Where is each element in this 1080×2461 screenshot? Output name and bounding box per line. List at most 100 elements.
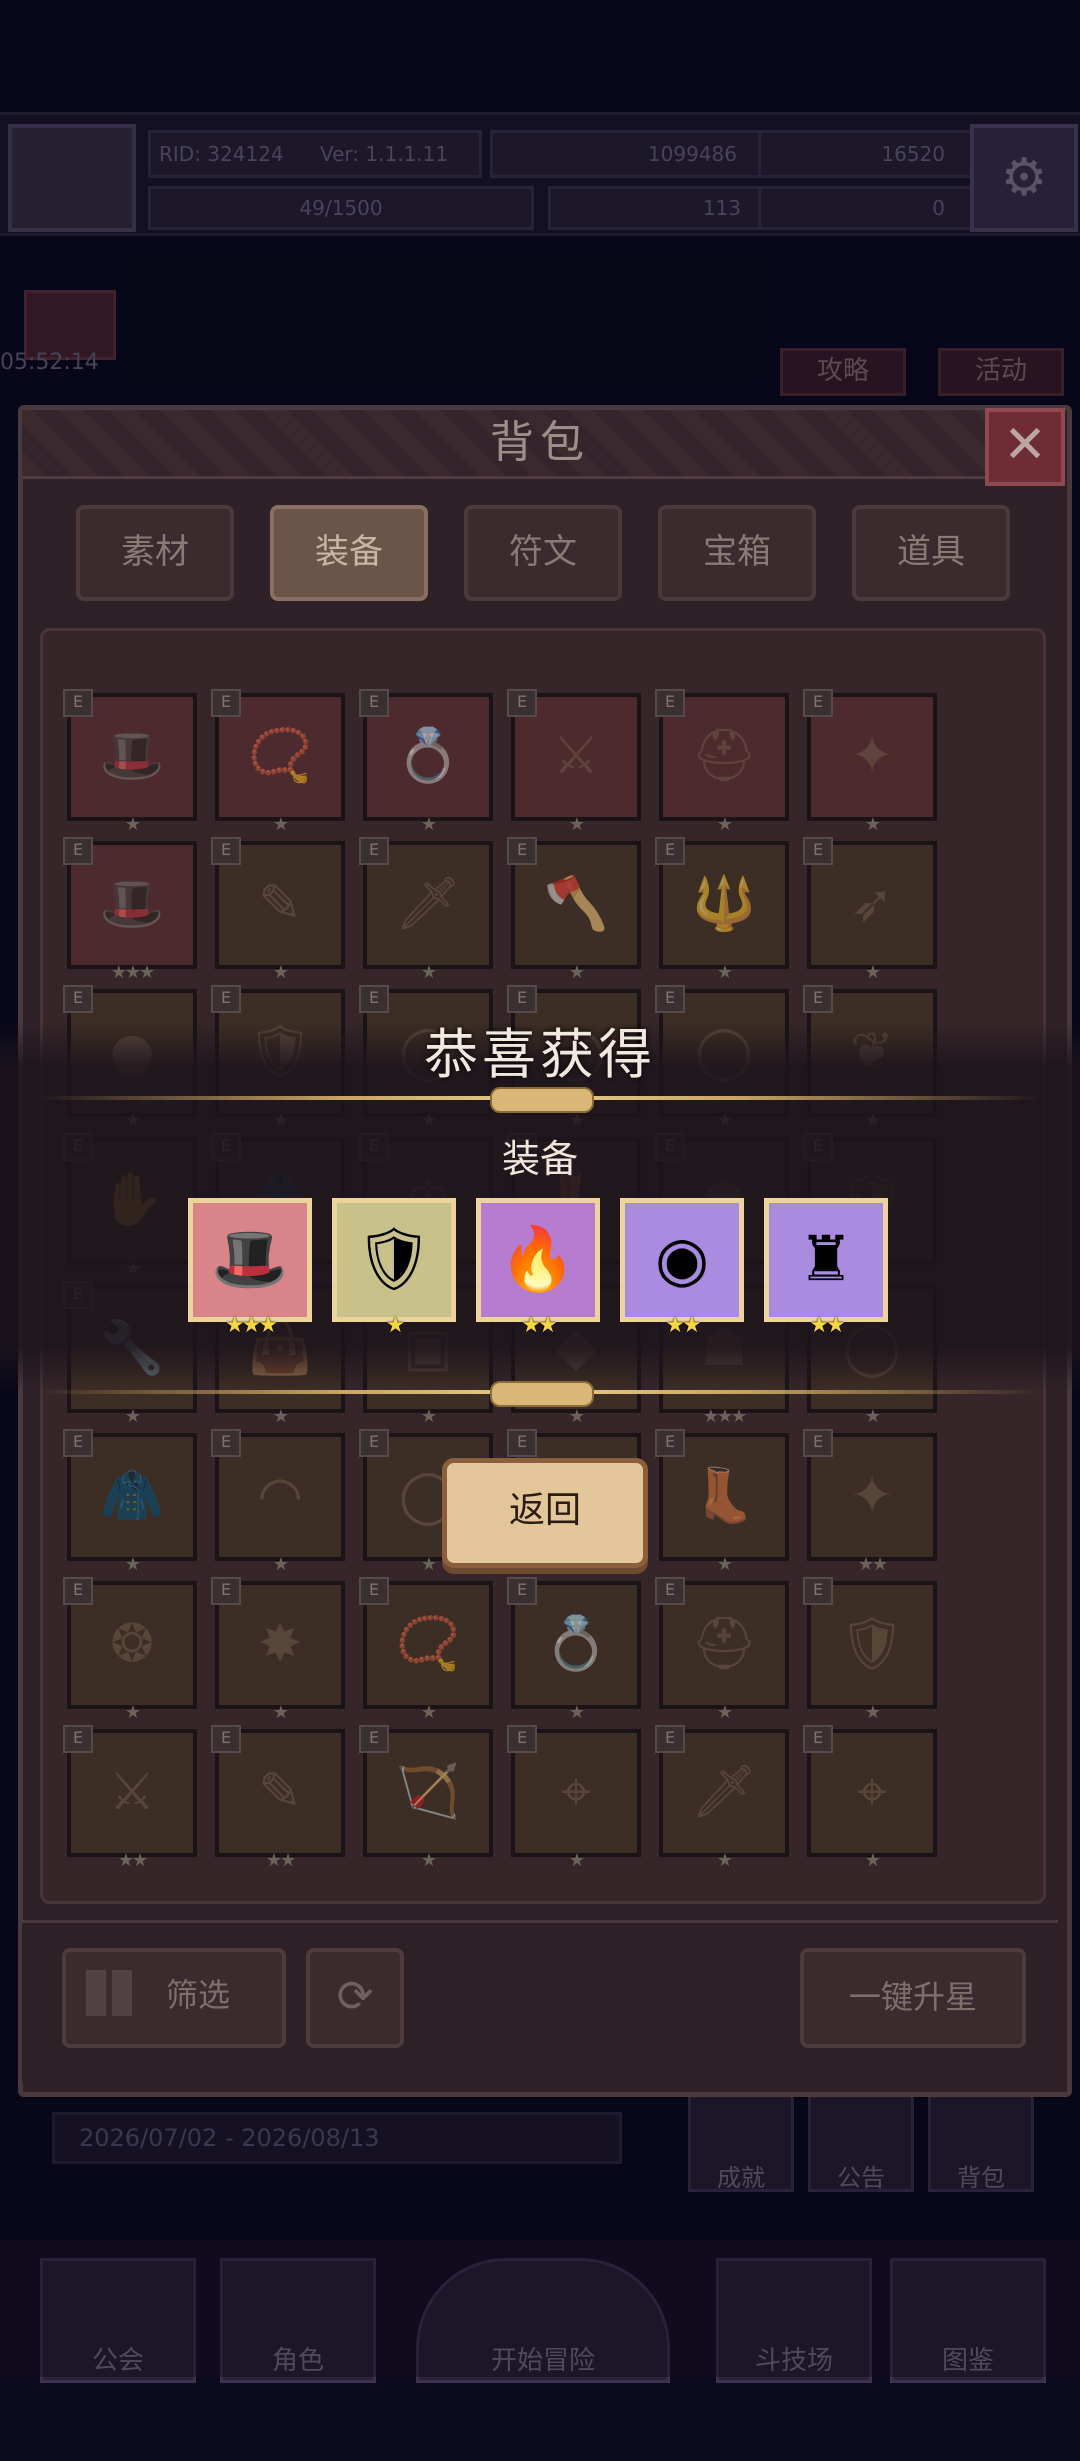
equip-badge: E [655, 689, 685, 717]
equipment-slot[interactable]: ➶ E ★ [803, 837, 937, 983]
star-rating: ★ [420, 962, 437, 983]
return-button[interactable]: 返回 [442, 1458, 648, 1568]
wand-icon: ✎ [258, 1762, 302, 1822]
equipment-slot[interactable]: 💍 E ★ [507, 1577, 641, 1723]
equipment-slot[interactable]: ✦ E ★★ [803, 1429, 937, 1575]
equipment-slot[interactable]: 📿 E ★ [359, 1577, 493, 1723]
equip-badge: E [359, 837, 389, 865]
star-rating: ★ [568, 1850, 585, 1871]
star-rating: ★ [716, 1850, 733, 1871]
cap-icon: 🎩 [211, 1222, 289, 1295]
bag-title: 背包 [490, 417, 590, 468]
tab-equipment[interactable]: 装备 [270, 505, 428, 601]
equipment-slot[interactable]: 🎩 E ★★★ [63, 837, 197, 983]
star-rating: ★ [420, 1406, 437, 1427]
equipment-slot[interactable]: 🔱 E ★ [655, 837, 789, 983]
star-rating: ★★ [265, 1850, 296, 1871]
equip-badge: E [211, 1725, 241, 1753]
equip-badge: E [655, 837, 685, 865]
star-rating: ★★ [857, 1554, 888, 1575]
equip-badge: E [655, 985, 685, 1013]
upgrade-all-button[interactable]: 一键升星 [800, 1948, 1026, 2048]
tab-chests[interactable]: 宝箱 [658, 505, 816, 601]
equip-badge: E [507, 1725, 537, 1753]
tab-items[interactable]: 道具 [852, 505, 1010, 601]
filter-label: 筛选 [166, 1976, 231, 2014]
star-rating: ★ [124, 1406, 141, 1427]
star-rating: ★ [272, 962, 289, 983]
reward-item[interactable]: 🛡 ★ [332, 1198, 456, 1337]
equipment-slot[interactable]: ◠ E ★ [211, 1429, 345, 1575]
equip-badge: E [211, 1429, 241, 1457]
star-rating: ★ [716, 814, 733, 835]
equipment-slot[interactable]: 💍 E ★ [359, 689, 493, 835]
equipment-slot[interactable]: 🪓 E ★ [507, 837, 641, 983]
star-rating: ★ [716, 1554, 733, 1575]
equip-badge: E [359, 1725, 389, 1753]
equip-badge: E [507, 837, 537, 865]
equipment-slot[interactable]: ✦ E ★ [803, 689, 937, 835]
equipment-slot[interactable]: 📿 E ★ [211, 689, 345, 835]
equipment-slot[interactable]: ✎ E ★★ [211, 1725, 345, 1871]
equipment-slot[interactable]: 🗡 E ★ [655, 1725, 789, 1871]
equip-badge: E [507, 1577, 537, 1605]
amulet-icon: ❂ [110, 1614, 154, 1674]
tab-runes[interactable]: 符文 [464, 505, 622, 601]
divider-ornament-icon [490, 1381, 594, 1407]
equipment-slot[interactable]: 🎩 E ★ [63, 689, 197, 835]
star-rating: ★ [124, 1702, 141, 1723]
crossed-swords-icon: ⚔ [108, 1762, 156, 1822]
equipment-slot[interactable]: 🧥E ★ [63, 1429, 197, 1575]
equipment-slot[interactable]: 🗡 E ★ [359, 837, 493, 983]
equip-badge: E [803, 1429, 833, 1457]
equip-badge: E [63, 985, 93, 1013]
ring-icon: 💍 [543, 1614, 609, 1674]
equipment-slot[interactable]: ✸ E ★ [211, 1577, 345, 1723]
reward-item[interactable]: 🔥 ★★ [476, 1198, 600, 1337]
equipment-slot[interactable]: ⛑ E ★ [655, 1577, 789, 1723]
star-rating: ★ [864, 1850, 881, 1871]
reward-item[interactable]: ◉ ★★ [620, 1198, 744, 1337]
filter-button[interactable]: 筛选 [62, 1948, 286, 2048]
armor-icon: 🛡 [354, 1222, 434, 1295]
equip-badge: E [211, 837, 241, 865]
star-rating: ★ [568, 962, 585, 983]
ring-icon: 💍 [395, 726, 461, 786]
staff-icon: ✎ [258, 874, 302, 934]
refresh-icon[interactable]: ⟳ [306, 1948, 404, 2048]
crossbow-icon: ⌖ [857, 1762, 887, 1822]
equipment-slot[interactable]: 🛡E ★ [803, 1577, 937, 1723]
close-icon[interactable]: ✕ [985, 408, 1065, 486]
reward-item[interactable]: ♜ ★★ [764, 1198, 888, 1337]
tab-label: 符文 [509, 532, 577, 572]
equipment-slot[interactable]: ⌖ E ★ [507, 1725, 641, 1871]
star-rating: ★ [716, 1702, 733, 1723]
star-rating: ★★ [117, 1850, 148, 1871]
tab-materials[interactable]: 素材 [76, 505, 234, 601]
equipment-slot[interactable]: ⚔ E ★ [507, 689, 641, 835]
necklace-icon: 📿 [395, 1614, 461, 1674]
equipment-slot[interactable]: ⛑ E ★ [655, 689, 789, 835]
equipment-slot[interactable]: ⚔ E ★★ [63, 1725, 197, 1871]
equipment-slot[interactable]: 👢E ★ [655, 1429, 789, 1575]
helmet-icon: ⛑ [690, 726, 757, 786]
amulet-icon: ✦ [850, 1466, 894, 1526]
star-rating: ★ [864, 1702, 881, 1723]
equipment-slot[interactable]: ❂ E ★ [63, 1577, 197, 1723]
equip-badge: E [63, 837, 93, 865]
reward-item[interactable]: 🎩 ★★★ [188, 1198, 312, 1337]
equipment-slot[interactable]: ⌖ E ★ [803, 1725, 937, 1871]
reward-title: 恭喜获得 [424, 1023, 656, 1086]
equip-badge: E [359, 1577, 389, 1605]
cap-icon: 🎩 [99, 874, 165, 934]
equipment-slot[interactable]: 🏹 E ★ [359, 1725, 493, 1871]
equip-badge: E [359, 1429, 389, 1457]
star-rating: ★★ [521, 1313, 557, 1338]
equipment-slot[interactable]: ✎ E ★ [211, 837, 345, 983]
armor-icon: 🛡 [838, 1614, 905, 1674]
star-rating: ★ [124, 814, 141, 835]
star-rating: ★ [420, 814, 437, 835]
equip-badge: E [211, 689, 241, 717]
equip-badge: E [211, 985, 241, 1013]
tab-label: 宝箱 [703, 532, 771, 572]
